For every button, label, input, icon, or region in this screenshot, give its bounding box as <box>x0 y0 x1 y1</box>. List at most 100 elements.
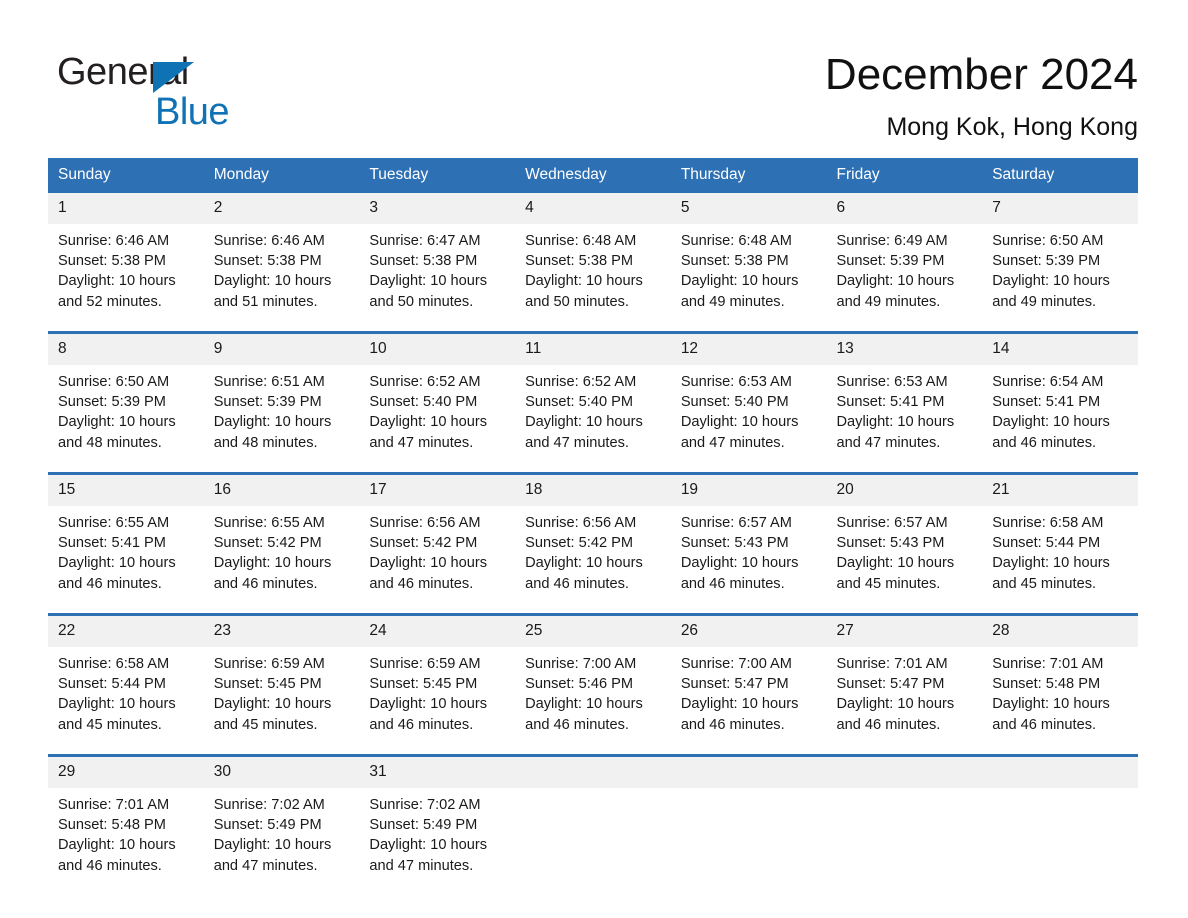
day-details: Sunrise: 6:57 AM Sunset: 5:43 PM Dayligh… <box>671 506 827 613</box>
daylight-text-line2: and 49 minutes. <box>992 293 1097 310</box>
day-number: 2 <box>203 193 360 224</box>
day-number <box>515 757 671 788</box>
daylight-text-line1: Daylight: 10 hours <box>836 414 955 431</box>
day-cell-empty <box>826 754 983 895</box>
daylight-text-line2: and 46 minutes. <box>525 716 629 733</box>
day-cell[interactable]: 18 Sunrise: 6:56 AM Sunset: 5:42 PM Dayl… <box>515 472 671 615</box>
day-details: Sunrise: 6:49 AM Sunset: 5:39 PM Dayligh… <box>827 224 983 331</box>
sunrise-text: Sunrise: 7:02 AM <box>369 797 481 813</box>
sunset-text: Sunset: 5:39 PM <box>213 394 322 411</box>
day-cell[interactable]: 9 Sunrise: 6:51 AM Sunset: 5:39 PM Dayli… <box>203 331 360 474</box>
day-cell[interactable]: 19 Sunrise: 6:57 AM Sunset: 5:43 PM Dayl… <box>670 472 827 615</box>
daylight-text-line2: and 48 minutes. <box>58 434 162 451</box>
sunrise-text: Sunrise: 6:46 AM <box>213 233 325 249</box>
day-cell[interactable]: 15 Sunrise: 6:55 AM Sunset: 5:41 PM Dayl… <box>48 472 204 615</box>
day-number <box>826 757 983 788</box>
day-cell[interactable]: 17 Sunrise: 6:56 AM Sunset: 5:42 PM Dayl… <box>359 472 516 615</box>
day-cell[interactable]: 10 Sunrise: 6:52 AM Sunset: 5:40 PM Dayl… <box>359 331 516 474</box>
weekday-header-saturday: Saturday <box>982 158 1138 193</box>
day-number: 31 <box>359 757 516 788</box>
day-cell[interactable]: 12 Sunrise: 6:53 AM Sunset: 5:40 PM Dayl… <box>670 331 827 474</box>
brand-logo[interactable]: General Blue <box>57 52 387 132</box>
day-details: Sunrise: 7:01 AM Sunset: 5:48 PM Dayligh… <box>982 647 1138 754</box>
day-cell[interactable]: 22 Sunrise: 6:58 AM Sunset: 5:44 PM Dayl… <box>48 613 204 756</box>
daylight-text-line2: and 45 minutes. <box>992 575 1097 592</box>
daylight-text-line1: Daylight: 10 hours <box>369 414 488 431</box>
day-cell[interactable]: 23 Sunrise: 6:59 AM Sunset: 5:45 PM Dayl… <box>203 613 360 756</box>
sunset-text: Sunset: 5:41 PM <box>992 394 1101 411</box>
day-cell[interactable]: 27 Sunrise: 7:01 AM Sunset: 5:47 PM Dayl… <box>826 613 983 756</box>
daylight-text-line2: and 46 minutes. <box>369 575 474 592</box>
day-details: Sunrise: 6:48 AM Sunset: 5:38 PM Dayligh… <box>515 224 671 331</box>
day-cell[interactable]: 3 Sunrise: 6:47 AM Sunset: 5:38 PM Dayli… <box>359 193 516 333</box>
day-number: 5 <box>670 193 827 224</box>
day-cell[interactable]: 14 Sunrise: 6:54 AM Sunset: 5:41 PM Dayl… <box>982 331 1138 474</box>
day-number: 27 <box>826 616 983 647</box>
day-cell[interactable]: 13 Sunrise: 6:53 AM Sunset: 5:41 PM Dayl… <box>826 331 983 474</box>
sunset-text: Sunset: 5:43 PM <box>680 535 789 552</box>
daylight-text-line2: and 46 minutes. <box>992 716 1097 733</box>
day-cell[interactable]: 30 Sunrise: 7:02 AM Sunset: 5:49 PM Dayl… <box>203 754 360 895</box>
daylight-text-line1: Daylight: 10 hours <box>992 414 1110 431</box>
day-cell[interactable]: 31 Sunrise: 7:02 AM Sunset: 5:49 PM Dayl… <box>359 754 516 895</box>
day-details <box>827 788 983 895</box>
day-cell[interactable]: 7 Sunrise: 6:50 AM Sunset: 5:39 PM Dayli… <box>982 193 1138 333</box>
day-number <box>982 757 1138 788</box>
daylight-text-line1: Daylight: 10 hours <box>680 696 799 713</box>
sunrise-text: Sunrise: 6:57 AM <box>680 515 792 531</box>
daylight-text-line2: and 51 minutes. <box>213 293 318 310</box>
weekday-header-wednesday: Wednesday <box>515 158 671 193</box>
day-number: 16 <box>203 475 360 506</box>
day-cell[interactable]: 4 Sunrise: 6:48 AM Sunset: 5:38 PM Dayli… <box>515 193 671 333</box>
day-cell-empty <box>670 754 827 895</box>
sunrise-text: Sunrise: 6:47 AM <box>369 233 481 249</box>
day-details: Sunrise: 6:47 AM Sunset: 5:38 PM Dayligh… <box>359 224 515 331</box>
day-cell[interactable]: 16 Sunrise: 6:55 AM Sunset: 5:42 PM Dayl… <box>203 472 360 615</box>
day-number: 25 <box>515 616 671 647</box>
day-details <box>982 788 1138 895</box>
day-cell[interactable]: 29 Sunrise: 7:01 AM Sunset: 5:48 PM Dayl… <box>48 754 204 895</box>
day-details: Sunrise: 7:00 AM Sunset: 5:46 PM Dayligh… <box>515 647 671 754</box>
sunset-text: Sunset: 5:40 PM <box>369 394 478 411</box>
day-details: Sunrise: 6:54 AM Sunset: 5:41 PM Dayligh… <box>982 365 1138 472</box>
day-number: 24 <box>359 616 516 647</box>
day-number: 12 <box>670 334 827 365</box>
day-cell[interactable]: 24 Sunrise: 6:59 AM Sunset: 5:45 PM Dayl… <box>359 613 516 756</box>
day-cell[interactable]: 28 Sunrise: 7:01 AM Sunset: 5:48 PM Dayl… <box>982 613 1138 756</box>
week-row: 8 Sunrise: 6:50 AM Sunset: 5:39 PM Dayli… <box>48 331 1138 474</box>
sunrise-text: Sunrise: 6:49 AM <box>836 233 948 249</box>
daylight-text-line2: and 49 minutes. <box>680 293 785 310</box>
day-cell[interactable]: 2 Sunrise: 6:46 AM Sunset: 5:38 PM Dayli… <box>203 193 360 333</box>
daylight-text-line2: and 47 minutes. <box>680 434 785 451</box>
weekday-header-friday: Friday <box>826 158 983 193</box>
day-cell[interactable]: 8 Sunrise: 6:50 AM Sunset: 5:39 PM Dayli… <box>48 331 204 474</box>
weekday-header-monday: Monday <box>203 158 360 193</box>
triangle-icon <box>153 62 194 93</box>
sunrise-text: Sunrise: 6:57 AM <box>836 515 948 531</box>
sunset-text: Sunset: 5:49 PM <box>213 817 322 834</box>
day-cell-empty <box>515 754 671 895</box>
day-cell[interactable]: 20 Sunrise: 6:57 AM Sunset: 5:43 PM Dayl… <box>826 472 983 615</box>
sunrise-text: Sunrise: 6:53 AM <box>836 374 948 390</box>
day-cell[interactable]: 5 Sunrise: 6:48 AM Sunset: 5:38 PM Dayli… <box>670 193 827 333</box>
daylight-text-line1: Daylight: 10 hours <box>836 273 955 290</box>
day-cell[interactable]: 6 Sunrise: 6:49 AM Sunset: 5:39 PM Dayli… <box>826 193 983 333</box>
day-details: Sunrise: 6:55 AM Sunset: 5:41 PM Dayligh… <box>48 506 204 613</box>
day-cell[interactable]: 1 Sunrise: 6:46 AM Sunset: 5:38 PM Dayli… <box>48 193 204 333</box>
day-number: 29 <box>48 757 204 788</box>
day-details: Sunrise: 6:50 AM Sunset: 5:39 PM Dayligh… <box>982 224 1138 331</box>
daylight-text-line2: and 46 minutes. <box>525 575 629 592</box>
day-cell[interactable]: 21 Sunrise: 6:58 AM Sunset: 5:44 PM Dayl… <box>982 472 1138 615</box>
sunrise-text: Sunrise: 6:58 AM <box>58 656 170 672</box>
day-details: Sunrise: 6:51 AM Sunset: 5:39 PM Dayligh… <box>204 365 360 472</box>
day-cell[interactable]: 11 Sunrise: 6:52 AM Sunset: 5:40 PM Dayl… <box>515 331 671 474</box>
day-details: Sunrise: 6:58 AM Sunset: 5:44 PM Dayligh… <box>982 506 1138 613</box>
day-cell[interactable]: 26 Sunrise: 7:00 AM Sunset: 5:47 PM Dayl… <box>670 613 827 756</box>
day-number: 20 <box>826 475 983 506</box>
sunset-text: Sunset: 5:38 PM <box>213 253 322 270</box>
day-cell[interactable]: 25 Sunrise: 7:00 AM Sunset: 5:46 PM Dayl… <box>515 613 671 756</box>
day-details: Sunrise: 6:46 AM Sunset: 5:38 PM Dayligh… <box>48 224 204 331</box>
day-number: 3 <box>359 193 516 224</box>
sunset-text: Sunset: 5:38 PM <box>525 253 634 270</box>
day-number: 10 <box>359 334 516 365</box>
